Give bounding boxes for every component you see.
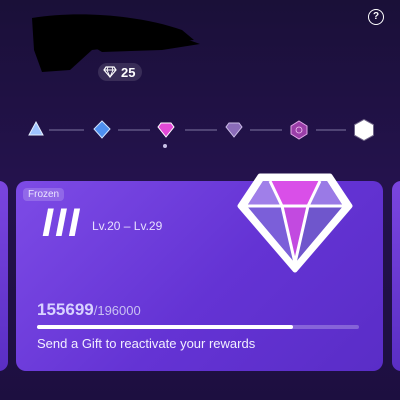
progress-current: 155699 [37,300,94,319]
tier-1-icon[interactable] [28,120,44,136]
tier-5-icon[interactable] [290,120,308,140]
status-badge: Frozen [23,188,65,201]
tier-2-icon[interactable] [93,120,111,139]
progress-total: /196000 [93,303,141,318]
next-card-peek[interactable] [392,181,400,371]
level-range: Lv.20 – Lv.29 [92,219,163,233]
tier-6-icon[interactable] [354,118,374,142]
tier-progress-track [28,118,374,142]
help-icon[interactable]: ? [368,9,384,25]
tier-numeral: III [42,201,82,245]
progress-text: 155699/196000 [37,300,141,320]
selected-tier-indicator [163,144,167,148]
reactivate-message: Send a Gift to reactivate your rewards [37,336,256,351]
progress-bar-fill [37,325,293,329]
tier-3-diamond-icon [237,173,353,273]
gem-count-value: 25 [121,64,136,80]
progress-bar [37,325,359,329]
tier-3-icon[interactable] [157,122,175,138]
gem-count-badge: 25 [98,63,143,81]
previous-card-peek[interactable] [0,181,8,371]
tier-4-icon[interactable] [225,122,243,138]
diamond-icon [103,66,117,78]
